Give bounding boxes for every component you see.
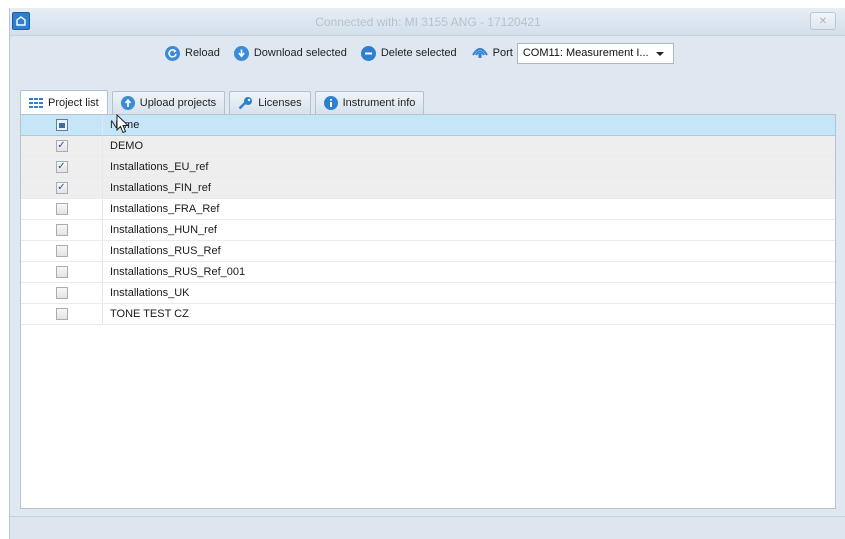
project-name: TONE TEST CZ	[110, 308, 189, 320]
download-selected-button[interactable]: Download selected	[233, 45, 347, 61]
table-row[interactable]: ✓ Installations_EU_ref	[21, 157, 835, 178]
tab-label: Licenses	[258, 97, 302, 109]
tab-upload-projects[interactable]: Upload projects	[111, 91, 226, 114]
upload-icon	[120, 96, 135, 110]
tab-label: Instrument info	[342, 97, 416, 109]
download-label: Download selected	[253, 47, 347, 59]
download-icon	[233, 45, 249, 61]
port-selected-value: COM11: Measurement I...	[522, 47, 649, 59]
project-name: Installations_UK	[110, 287, 190, 299]
row-checkbox[interactable]: ✓	[55, 161, 68, 173]
row-checkbox[interactable]	[55, 308, 68, 320]
table-row[interactable]: ✓ Installations_FIN_ref	[21, 178, 835, 199]
project-name: Installations_RUS_Ref	[110, 245, 221, 257]
delete-icon	[360, 45, 376, 61]
select-all-cell	[21, 115, 103, 135]
checkbox-cell	[21, 283, 103, 303]
row-checkbox[interactable]: ✓	[55, 182, 68, 194]
reload-icon	[165, 45, 180, 61]
close-button[interactable]: ✕	[810, 12, 836, 30]
checkbox-cell	[21, 262, 103, 282]
project-name: Installations_EU_ref	[110, 161, 209, 173]
toolbar: Reload Download selected Delete selected…	[10, 36, 845, 70]
project-name: DEMO	[110, 140, 143, 152]
application-window: Connected with: MI 3155 ANG - 17120421 ✕…	[9, 8, 845, 539]
table-row[interactable]: Installations_RUS_Ref	[21, 241, 835, 262]
delete-label: Delete selected	[380, 47, 457, 59]
project-name: Installations_HUN_ref	[110, 224, 217, 236]
table-row[interactable]: Installations_UK	[21, 283, 835, 304]
table-row[interactable]: Installations_HUN_ref	[21, 220, 835, 241]
checkbox-cell	[21, 241, 103, 261]
tab-licenses[interactable]: Licenses	[229, 91, 311, 114]
port-group: Port COM11: Measurement I...	[471, 42, 674, 64]
window-title: Connected with: MI 3155 ANG - 17120421	[315, 15, 541, 29]
checkbox-cell	[21, 304, 103, 324]
table-header: Name	[21, 115, 835, 136]
port-dropdown[interactable]: COM11: Measurement I...	[516, 42, 674, 64]
mouse-cursor-icon	[116, 113, 130, 137]
row-checkbox[interactable]	[55, 203, 68, 215]
row-checkbox[interactable]	[55, 266, 68, 278]
row-checkbox[interactable]	[55, 245, 68, 257]
select-all-checkbox[interactable]	[55, 119, 68, 131]
row-checkbox[interactable]: ✓	[55, 140, 68, 152]
reload-button[interactable]: Reload	[165, 45, 220, 61]
checkbox-cell: ✓	[21, 157, 103, 177]
reload-label: Reload	[185, 47, 220, 59]
grid-icon	[29, 97, 43, 108]
status-bar	[10, 516, 845, 539]
tab-label: Upload projects	[139, 97, 217, 109]
table-row[interactable]: TONE TEST CZ	[21, 304, 835, 325]
checkbox-cell: ✓	[21, 136, 103, 156]
row-checkbox[interactable]	[55, 224, 68, 236]
table-row[interactable]: ✓ DEMO	[21, 136, 835, 157]
tab-instrument-info[interactable]: Instrument info	[314, 91, 425, 114]
checkbox-cell	[21, 199, 103, 219]
delete-selected-button[interactable]: Delete selected	[360, 45, 457, 61]
table-row[interactable]: Installations_FRA_Ref	[21, 199, 835, 220]
project-name: Installations_FRA_Ref	[110, 203, 220, 215]
tab-project-list[interactable]: Project list	[20, 90, 108, 114]
table-row[interactable]: Installations_RUS_Ref_001	[21, 262, 835, 283]
port-icon	[471, 45, 489, 62]
checkbox-cell: ✓	[21, 178, 103, 198]
tab-label: Project list	[48, 96, 99, 109]
project-name: Installations_RUS_Ref_001	[110, 266, 246, 278]
project-table: Name ✓ DEMO ✓ Installations_EU_ref ✓ Installa…	[20, 114, 836, 509]
checkbox-cell	[21, 220, 103, 240]
key-icon	[238, 96, 253, 110]
title-bar: Connected with: MI 3155 ANG - 17120421 ✕	[10, 8, 845, 36]
close-icon: ✕	[818, 15, 828, 27]
project-name: Installations_FIN_ref	[110, 182, 211, 194]
info-icon	[323, 96, 338, 110]
table-body: ✓ DEMO ✓ Installations_EU_ref ✓ Installations…	[21, 136, 835, 325]
tab-bar: Project list Upload projects Licenses In…	[20, 90, 428, 114]
row-checkbox[interactable]	[55, 287, 68, 299]
port-label: Port	[492, 47, 513, 59]
chevron-down-icon	[655, 51, 664, 56]
